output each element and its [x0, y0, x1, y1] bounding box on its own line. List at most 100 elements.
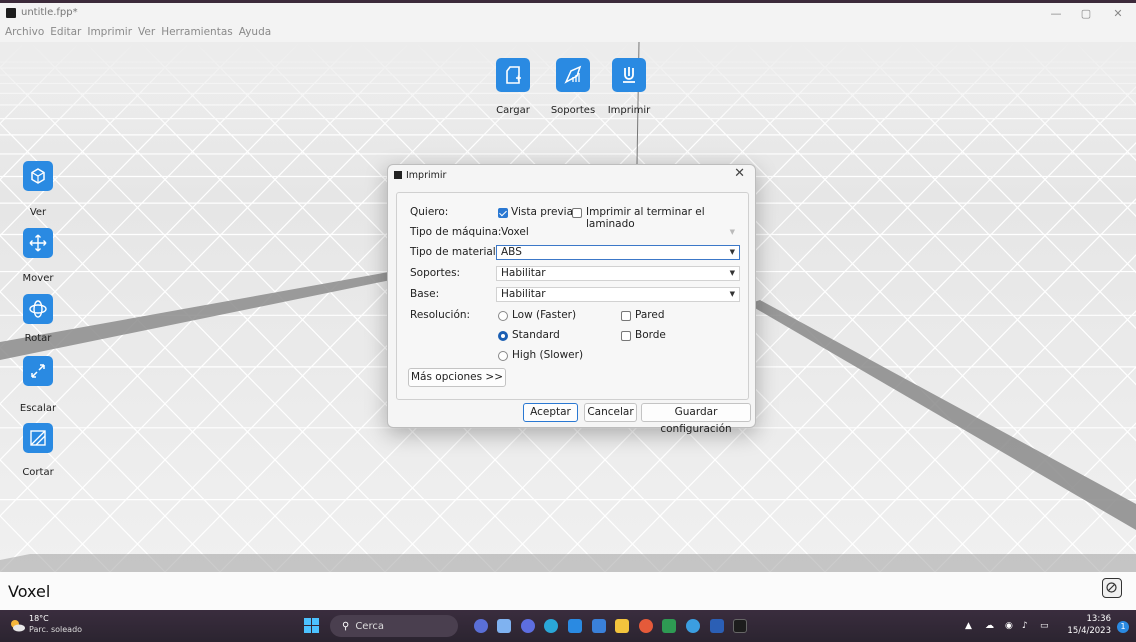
move-icon — [29, 234, 47, 252]
copilot-app-icon[interactable] — [474, 619, 488, 633]
clock-time[interactable]: 13:36 — [1063, 614, 1112, 624]
notification-badge[interactable]: 1 — [1117, 621, 1129, 633]
chevron-up-icon[interactable]: ▲ — [965, 621, 972, 631]
print-button[interactable] — [612, 58, 646, 92]
menu-archivo[interactable]: Archivo — [5, 26, 44, 38]
chevron-down-icon: ▼ — [729, 290, 735, 298]
title-bar: untitle.fpp* — ▢ ✕ — [0, 0, 1136, 22]
tipo-material-select[interactable]: ABS ▼ — [496, 245, 740, 260]
pared-checkbox[interactable] — [621, 311, 631, 321]
load-button[interactable] — [496, 58, 530, 92]
volume-icon[interactable]: ♪ — [1022, 621, 1028, 631]
print-dialog: Imprimir ✕ Quiero: Vista previa Imprimir… — [387, 164, 756, 435]
resolution-standard-radio[interactable] — [498, 331, 508, 341]
cut-label: Cortar — [22, 467, 54, 478]
rotate-button[interactable] — [23, 294, 53, 324]
resolution-low-label: Low (Faster) — [512, 309, 577, 321]
app-icon — [6, 7, 16, 18]
borde-label: Borde — [635, 329, 666, 341]
vista-previa-label: Vista previa — [511, 206, 574, 218]
base-label: Base: — [410, 288, 440, 300]
print-icon — [623, 67, 635, 83]
vista-previa-checkbox[interactable] — [498, 208, 508, 218]
cancel-button[interactable]: Cancelar — [584, 403, 637, 422]
slicer-app-icon[interactable] — [733, 619, 747, 633]
file-explorer-icon[interactable] — [615, 619, 629, 633]
chevron-down-icon: ▼ — [729, 269, 735, 277]
dialog-app-icon — [394, 171, 402, 179]
menu-imprimir[interactable]: Imprimir — [87, 26, 132, 38]
menu-editar[interactable]: Editar — [50, 26, 81, 38]
soportes-select[interactable]: Habilitar ▼ — [496, 266, 740, 281]
view-button[interactable] — [23, 161, 53, 191]
tipo-maquina-select: Voxel ▼ — [496, 225, 740, 240]
supports-icon — [564, 65, 582, 84]
search-placeholder: Cerca — [355, 620, 384, 632]
sun-cloud-icon — [11, 620, 25, 632]
soportes-value: Habilitar — [501, 267, 546, 279]
cut-icon — [30, 430, 46, 446]
chrome-browser-icon[interactable] — [639, 619, 653, 633]
soportes-label: Soportes: — [410, 267, 461, 279]
window-title: untitle.fpp* — [21, 7, 78, 18]
dialog-close-icon[interactable]: ✕ — [734, 166, 745, 181]
accept-button[interactable]: Aceptar — [523, 403, 578, 422]
load-icon — [506, 66, 521, 84]
mail-app-icon[interactable] — [568, 619, 582, 633]
chrome-profile-icon[interactable] — [686, 619, 700, 633]
resolution-high-label: High (Slower) — [512, 349, 584, 361]
taskbar-search[interactable]: ⚲ Cerca — [330, 615, 458, 637]
quiero-label: Quiero: — [410, 206, 449, 218]
cut-button[interactable] — [23, 423, 53, 453]
wifi-icon[interactable]: ◉ — [1005, 621, 1013, 631]
dialog-settings-group: Quiero: Vista previa Imprimir al termina… — [396, 192, 749, 400]
dialog-title: Imprimir — [406, 169, 447, 181]
clock-date[interactable]: 15/4/2023 — [1063, 626, 1111, 636]
base-select[interactable]: Habilitar ▼ — [496, 287, 740, 302]
imprimir-al-terminar-checkbox[interactable] — [572, 208, 582, 218]
scale-icon — [31, 364, 45, 378]
maximize-button[interactable]: ▢ — [1072, 6, 1100, 22]
move-button[interactable] — [23, 228, 53, 258]
chevron-down-icon: ▼ — [729, 248, 735, 256]
calendar-app-icon[interactable] — [662, 619, 676, 633]
status-machine-name: Voxel — [8, 582, 51, 601]
resolucion-label: Resolución: — [410, 309, 471, 321]
view-cube-icon — [31, 168, 45, 184]
move-label: Mover — [22, 273, 54, 284]
menu-herramientas[interactable]: Herramientas — [161, 26, 233, 38]
save-config-button[interactable]: Guardar configuración — [641, 403, 751, 435]
menu-bar: Archivo Editar Imprimir Ver Herramientas… — [0, 22, 1136, 42]
rotate-icon — [29, 300, 47, 318]
resolution-standard-label: Standard — [512, 329, 560, 341]
close-window-button[interactable]: ✕ — [1104, 6, 1132, 22]
tipo-maquina-value: Voxel — [501, 226, 529, 238]
battery-icon[interactable]: ▭ — [1040, 621, 1049, 631]
status-toggle-icon[interactable] — [1102, 578, 1122, 598]
windows-start-icon[interactable] — [304, 618, 319, 633]
word-app-icon[interactable] — [710, 619, 724, 633]
supports-button[interactable] — [556, 58, 590, 92]
edge-browser-icon[interactable] — [544, 619, 558, 633]
menu-ver[interactable]: Ver — [138, 26, 155, 38]
tipo-material-label: Tipo de material: — [410, 246, 500, 258]
cloud-icon[interactable]: ☁ — [985, 621, 994, 631]
print-label: Imprimir — [607, 105, 651, 116]
pared-label: Pared — [635, 309, 665, 321]
supports-label: Soportes — [550, 105, 596, 116]
scale-button[interactable] — [23, 356, 53, 386]
task-view-icon[interactable] — [497, 619, 511, 633]
more-options-button[interactable]: Más opciones >> — [408, 368, 506, 387]
minimize-button[interactable]: — — [1042, 6, 1070, 22]
chat-app-icon[interactable] — [521, 619, 535, 633]
menu-ayuda[interactable]: Ayuda — [239, 26, 271, 38]
borde-checkbox[interactable] — [621, 331, 631, 341]
resolution-high-radio[interactable] — [498, 351, 508, 361]
base-value: Habilitar — [501, 288, 546, 300]
store-app-icon[interactable] — [592, 619, 606, 633]
taskbar: 18°C Parc. soleado ⚲ Cerca ▲ ☁ ◉ ♪ ▭ 13:… — [0, 610, 1136, 642]
weather-temperature: 18°C — [29, 614, 49, 623]
chevron-down-icon: ▼ — [729, 228, 735, 236]
load-label: Cargar — [496, 105, 530, 116]
resolution-low-radio[interactable] — [498, 311, 508, 321]
